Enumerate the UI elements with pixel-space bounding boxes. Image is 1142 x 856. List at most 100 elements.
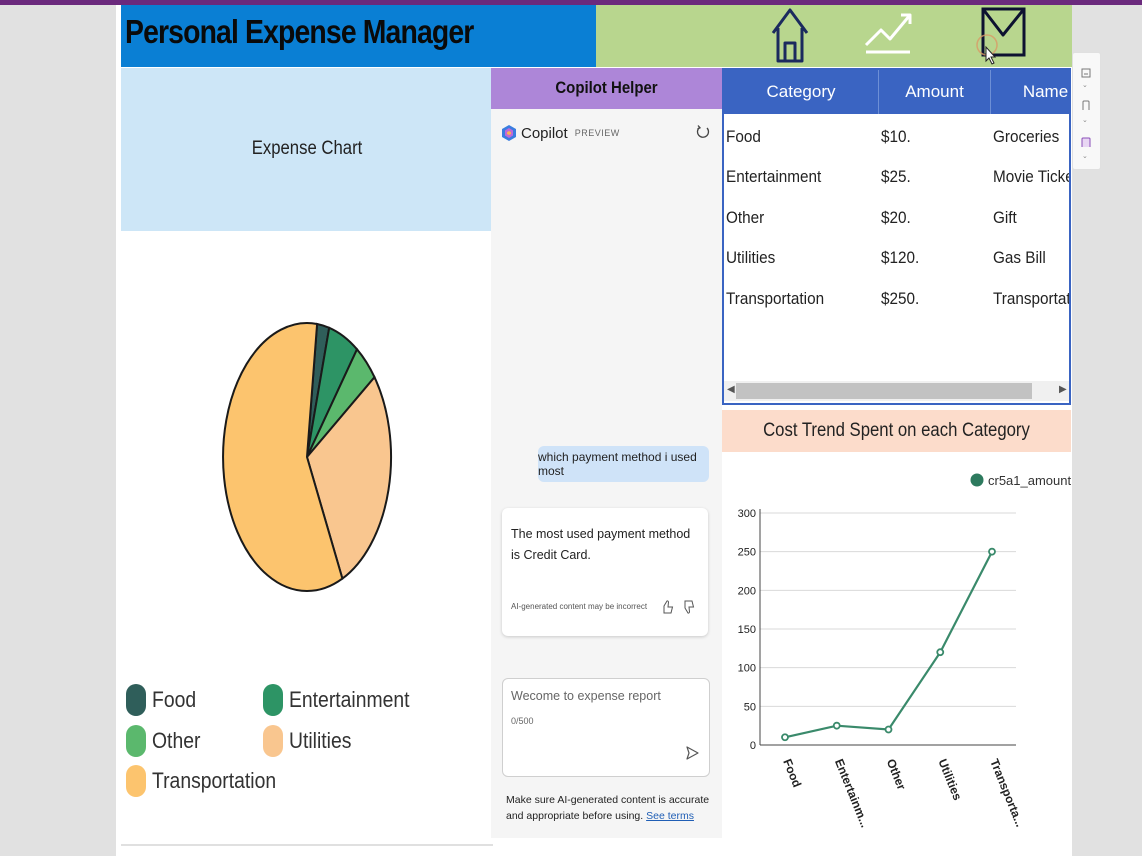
scroll-left-arrow-icon[interactable]: ◀ [727,384,735,395]
expense-chart-header: Expense Chart [121,68,493,231]
y-tick-label: 300 [738,508,756,520]
legend-swatch-other [126,725,146,757]
chevron-down-icon[interactable]: ⌄ [1082,81,1088,89]
x-tick-label: Utilities [935,757,964,803]
legend-label-food: Food [152,687,197,712]
column-header-amount[interactable]: Amount [879,70,991,114]
see-terms-link[interactable]: See terms [646,810,694,822]
horizontal-scrollbar[interactable]: ◀ ▶ [724,381,1069,401]
table-header: Category Amount Name [724,70,1069,114]
cell-amount: $10. [881,127,911,146]
line-chart: 0 50 100 150 200 250 300 Food Entertainm... Other… [738,473,1071,830]
copilot-panel-header: Copilot Helper [491,68,722,109]
cell-amount: $25. [881,167,911,186]
user-message-bubble: which payment method i used most [538,446,709,482]
y-tick-label: 100 [738,663,756,675]
copilot-name: Copilot [521,124,568,142]
cell-category: Other [726,208,765,227]
copilot-logo-icon [502,125,516,141]
expense-chart-title: Expense Chart [251,138,363,159]
app-icon[interactable] [1081,137,1091,147]
thumbs-up-icon[interactable] [660,599,674,615]
table-row[interactable]: Other $20. Gift [724,198,1069,238]
legend-item-entertainment: Entertainment [263,682,426,718]
char-count: 0/500 [511,716,534,726]
chevron-down-icon[interactable]: ⌄ [1082,152,1088,160]
refresh-icon[interactable] [695,124,711,140]
table-row[interactable]: Utilities $120. Gas Bill [724,238,1069,278]
trend-chart-header: Cost Trend Spent on each Category [722,410,1071,452]
y-tick-label: 200 [738,585,756,597]
cell-category: Transportation [726,289,825,308]
thumbs-down-icon[interactable] [681,599,695,615]
data-point[interactable] [832,721,841,730]
trend-chart-title: Cost Trend Spent on each Category [763,420,1030,441]
cell-amount: $20. [881,208,911,227]
legend-label-entertainment: Entertainment [289,687,410,712]
expense-chart-panel: Expense Chart Food Entertainment Other U… [121,68,493,846]
legend-swatch-transportation [126,765,146,797]
cell-category: Entertainment [726,167,822,186]
data-point[interactable] [884,725,893,734]
chat-input-card: 0/500 [502,678,710,777]
legend-label-transportation: Transportation [152,768,277,793]
ai-disclaimer: AI-generated content may be incorrect [511,602,648,611]
y-tick-label: 0 [750,740,756,752]
mail-button[interactable] [973,5,1033,67]
copilot-panel-title: Copilot Helper [555,78,658,97]
bot-message-text: The most used payment method is Credit C… [511,527,691,562]
legend-item-other: Other [126,723,207,759]
legend-label-utilities: Utilities [289,728,352,753]
legend-label-other: Other [152,728,201,753]
cell-name: Groceries [993,127,1060,146]
data-point[interactable] [781,733,789,742]
legend-label: cr5a1_amount [988,473,1071,488]
cell-category: Utilities [726,248,776,267]
data-point[interactable] [988,547,996,556]
header-title-bar: Personal Expense Manager [121,5,596,67]
cell-name: Movie Ticket [993,167,1071,186]
home-button[interactable] [763,5,823,67]
cell-name: Gas Bill [993,248,1046,267]
column-header-name[interactable]: Name [991,70,1069,114]
mail-icon [976,7,1026,65]
cell-name: Gift [993,208,1017,227]
legend-item-transportation: Transportation [126,763,293,799]
send-icon[interactable] [683,744,701,762]
cell-amount: $250. [881,289,920,308]
cell-category: Food [726,127,761,146]
table-row[interactable]: Transportation $250. Transportation [724,279,1069,319]
legend-swatch [970,473,984,487]
side-toolbar: ⌄ ⌄ ⌄ [1072,52,1101,170]
table-row[interactable]: Food $10. Groceries [724,117,1069,157]
header-nav-bar [596,5,1072,67]
phone-icon[interactable] [1081,100,1091,110]
app-title: Personal Expense Manager [125,13,474,50]
table-row[interactable]: Entertainment $25. Movie Ticket [724,157,1069,197]
legend-swatch-utilities [263,725,283,757]
copilot-brand: Copilot PREVIEW [501,124,620,142]
legend-swatch-food [126,684,146,716]
pie-chart [222,322,393,593]
expense-table: Category Amount Name Food $10. Groceries… [722,68,1071,405]
home-icon [771,8,809,63]
y-tick-label: 50 [744,701,756,713]
bot-response-card: The most used payment method is Credit C… [502,508,708,636]
window-icon[interactable] [1081,68,1091,78]
trend-icon [864,13,912,54]
x-tick-label: Other [884,757,909,792]
trend-button[interactable] [860,5,920,67]
scrollbar-thumb[interactable] [736,383,1032,399]
preview-badge: PREVIEW [574,128,620,138]
y-tick-label: 150 [738,624,756,636]
scroll-right-arrow-icon[interactable]: ▶ [1059,384,1067,395]
copilot-footer-note: Make sure AI-generated content is accura… [506,792,711,824]
chat-input[interactable] [511,689,691,703]
column-header-category[interactable]: Category [724,70,879,114]
copilot-panel: Copilot Helper Copilot PREVIEW which pay… [491,68,722,838]
legend-item-utilities: Utilities [263,723,360,759]
x-tick-label: Food [780,757,804,789]
chevron-down-icon[interactable]: ⌄ [1082,116,1088,124]
legend-swatch-entertainment [263,684,283,716]
data-point[interactable] [936,648,945,657]
